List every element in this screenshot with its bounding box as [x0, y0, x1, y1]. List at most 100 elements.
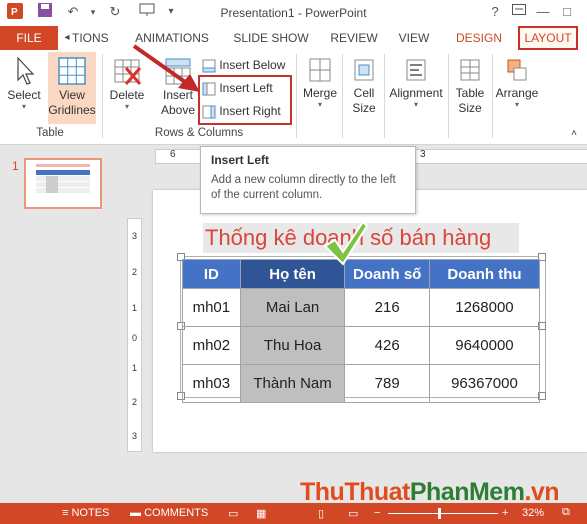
table-cell[interactable]: mh01 — [182, 288, 241, 327]
ruler-mark: 1 — [131, 303, 137, 313]
zoom-level[interactable]: 32% — [522, 507, 544, 519]
merge-cells-icon — [309, 58, 331, 82]
select-button[interactable]: Select ▾ — [4, 56, 44, 111]
ruler-mark: 0 — [131, 333, 137, 343]
arrange-label: Arrange — [495, 86, 539, 100]
zoom-slider-thumb[interactable] — [438, 508, 441, 519]
gridlines-icon — [58, 57, 86, 85]
slide-thumbnail[interactable] — [24, 158, 102, 209]
group-label-rows-columns: Rows & Columns — [154, 127, 244, 139]
group-separator — [384, 54, 385, 138]
table-cell[interactable]: mh03 — [182, 364, 241, 403]
watermark-part: PhanMem — [409, 478, 525, 506]
group-separator — [102, 54, 103, 138]
tab-transitions[interactable]: TIONS — [72, 26, 109, 50]
zoom-out-icon[interactable]: − — [374, 507, 380, 519]
table-cell[interactable]: 96367000 — [428, 364, 541, 403]
insert-below-button[interactable]: Insert Below — [202, 55, 285, 75]
table-cell[interactable]: 426 — [344, 326, 430, 365]
insert-below-label: Insert Below — [219, 58, 286, 72]
table-cell[interactable]: 789 — [344, 364, 430, 403]
tab-design[interactable]: DESIGN — [450, 26, 508, 50]
insert-left-tooltip: Insert Left Add a new column directly to… — [200, 146, 416, 214]
group-separator — [448, 54, 449, 138]
ruler-mark: 3 — [131, 431, 137, 441]
table-cell-selected[interactable]: Thành Nam — [239, 364, 346, 403]
table-row: mh03 Thành Nam 789 96367000 — [182, 364, 541, 403]
restore-button[interactable]: □ — [556, 2, 578, 22]
tab-slide-show[interactable]: SLIDE SHOW — [228, 26, 314, 50]
slide-sorter-icon[interactable]: ▦ — [256, 507, 266, 520]
fit-slide-icon[interactable]: ⧉ — [562, 506, 570, 519]
table-header-cell[interactable]: ID — [182, 259, 241, 289]
slide-thumbnail-preview — [36, 164, 90, 193]
slideshow-view-icon[interactable]: ▭ — [348, 507, 358, 520]
ribbon-tabs: FILE ◂ TIONS ANIMATIONS SLIDE SHOW REVIE… — [0, 26, 587, 50]
zoom-in-icon[interactable]: + — [502, 507, 508, 519]
cursor-icon — [17, 56, 35, 85]
slide-canvas[interactable]: Thống kê doanh số bán hàng ID Họ tên Doa… — [153, 190, 587, 452]
annotation-arrow-icon — [132, 44, 200, 92]
minimize-button[interactable]: — — [532, 2, 554, 22]
cell-size-label-1: Cell — [353, 86, 375, 100]
alignment-icon — [406, 59, 426, 81]
tab-view[interactable]: VIEW — [392, 26, 436, 50]
insert-left-label: Insert Left — [219, 81, 273, 95]
ribbon-display-options-icon[interactable] — [508, 2, 530, 22]
table-size-button[interactable]: Table Size — [450, 56, 490, 116]
cell-size-icon — [354, 59, 374, 81]
tab-layout[interactable]: LAYOUT — [518, 26, 578, 50]
table-cell-selected[interactable]: Mai Lan — [239, 288, 346, 327]
insert-left-button[interactable]: Insert Left — [202, 78, 273, 98]
comments-label: COMMENTS — [144, 507, 209, 519]
ruler-mark: 1 — [131, 363, 137, 373]
insert-right-label: Insert Right — [219, 104, 281, 118]
collapse-ribbon-icon[interactable]: ˄ — [566, 128, 582, 139]
table-cell-selected[interactable]: Thu Hoa — [239, 326, 346, 365]
table-size-label-2: Size — [458, 101, 482, 115]
ruler-mark: 2 — [131, 267, 137, 277]
alignment-label: Alignment — [389, 86, 443, 100]
merge-button[interactable]: Merge ▾ — [300, 56, 340, 109]
help-button[interactable]: ? — [484, 2, 506, 22]
vertical-ruler: 3 2 1 0 1 2 3 — [127, 218, 142, 452]
cell-size-button[interactable]: Cell Size — [346, 56, 382, 116]
ruler-mark: 2 — [131, 397, 137, 407]
group-separator — [492, 54, 493, 138]
group-separator — [296, 54, 297, 138]
sales-table[interactable]: ID Họ tên Doanh số Doanh thu mh01 Mai La… — [182, 259, 541, 403]
slide-thumbnail-pane: 1 — [0, 145, 110, 481]
reading-view-icon[interactable]: ▯ — [318, 507, 324, 520]
insert-right-icon — [202, 105, 216, 119]
comments-icon: ▬ — [130, 507, 141, 519]
table-size-icon — [460, 59, 480, 81]
ruler-mark: 3 — [131, 231, 137, 241]
table-row: mh02 Thu Hoa 426 9640000 — [182, 326, 541, 365]
view-gridlines-label-2: Gridlines — [48, 103, 96, 117]
slide-number: 1 — [12, 159, 19, 173]
normal-view-icon[interactable]: ▭ — [228, 507, 238, 520]
table-cell[interactable]: 9640000 — [428, 326, 541, 365]
notes-button[interactable]: ≡ NOTES — [62, 507, 109, 519]
comments-button[interactable]: ▬ COMMENTS — [130, 507, 208, 519]
tab-file[interactable]: FILE — [0, 26, 58, 50]
group-separator — [342, 54, 343, 138]
ruler-mark: 6 — [170, 149, 176, 160]
insert-right-button[interactable]: Insert Right — [202, 101, 281, 121]
table-size-label-1: Table — [455, 86, 485, 100]
view-gridlines-button[interactable]: View Gridlines — [48, 52, 96, 124]
notes-icon: ≡ — [62, 507, 69, 519]
table-header-cell[interactable]: Doanh thu — [428, 259, 541, 289]
table-cell[interactable]: 1268000 — [428, 288, 541, 327]
status-bar: ≡ NOTES ▬ COMMENTS ▭ ▦ ▯ ▭ − + 32% ⧉ — [0, 503, 587, 524]
ribbon: Select ▾ View Gridlines Table Delete ▾ I… — [0, 50, 587, 145]
watermark-part: .vn — [524, 478, 560, 506]
alignment-button[interactable]: Alignment ▾ — [386, 56, 446, 109]
cell-size-label-2: Size — [352, 101, 376, 115]
table-cell[interactable]: 216 — [344, 288, 430, 327]
zoom-slider[interactable] — [388, 513, 498, 514]
table-cell[interactable]: mh02 — [182, 326, 241, 365]
table-row: mh01 Mai Lan 216 1268000 — [182, 288, 541, 327]
tab-review[interactable]: REVIEW — [326, 26, 382, 50]
arrange-button[interactable]: Arrange ▾ — [494, 56, 540, 109]
